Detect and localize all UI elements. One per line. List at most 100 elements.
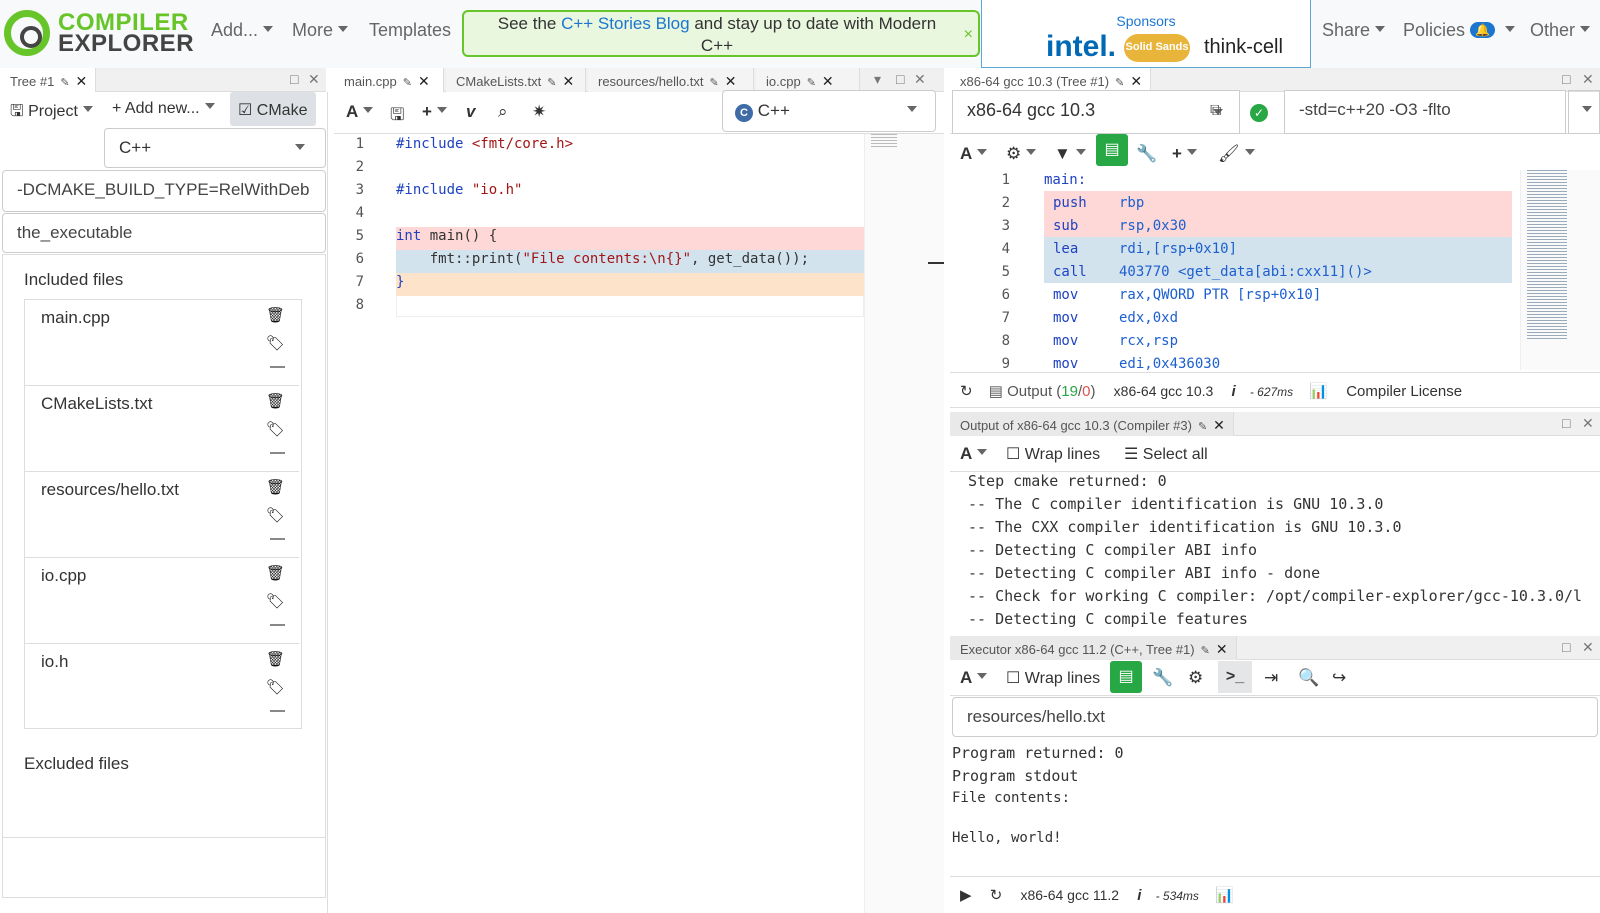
wrap-lines-checkbox[interactable]: ☐ Wrap lines [1006,668,1100,688]
options-dropdown[interactable] [1568,90,1600,134]
close-icon[interactable]: ✕ [725,73,737,89]
minus-icon[interactable]: — [270,358,285,375]
list-item[interactable]: io.h 🗑 🏷 — [25,643,299,729]
compile-success-icon[interactable]: ✓ [1250,104,1268,122]
cmake-args-input[interactable]: -DCMAKE_BUILD_TYPE=RelWithDeb [2,170,326,212]
close-pane-icon[interactable]: ✕ [1582,415,1594,432]
settings-icon[interactable]: ⚙ [1188,668,1203,688]
code-editor[interactable]: 1 2 3 4 5 6 7 8 #include <fmt/core.h> #i… [334,134,944,913]
zoom-icon[interactable]: 🔍 [1298,668,1319,688]
tab-executor[interactable]: Executor x86-64 gcc 11.2 (C++, Tree #1) ✎… [950,636,1237,660]
binary-toggle-icon[interactable]: ▤ [1096,134,1128,166]
run-icon[interactable]: ▶ [960,887,972,904]
pencil-icon[interactable]: ✎ [1201,645,1210,657]
asm-view[interactable]: 1 main: 2 push rbp 3 sub rsp,0x30 4 lea rdi,[rsp+0… [950,170,1600,370]
terminal-icon[interactable]: >_ [1218,661,1252,693]
tab-compiler[interactable]: x86-64 gcc 10.3 (Tree #1) ✎ ✕ [950,68,1152,92]
tab-dropdown-icon[interactable]: ▾ [874,71,881,88]
tag-icon[interactable]: 🏷 [266,420,285,438]
more-menu[interactable]: More [292,20,348,41]
close-icon[interactable]: ✕ [562,73,574,89]
tab-main-cpp[interactable]: main.cpp ✎ ✕ [334,68,444,92]
minus-icon[interactable]: — [270,530,285,547]
select-all-button[interactable]: ☰ Select all [1124,444,1208,464]
close-pane-icon[interactable]: ✕ [1582,639,1594,656]
tab-output[interactable]: Output of x86-64 gcc 10.3 (Compiler #3) ✎… [950,412,1234,436]
pencil-icon[interactable]: ✎ [547,77,556,89]
output-button[interactable]: ▤ Output (19/0) [989,383,1096,400]
tag-icon[interactable]: 🏷 [266,592,285,610]
add-tool-icon[interactable]: + [1172,144,1197,164]
add-new-menu[interactable]: + Add new... [112,100,215,118]
maximize-icon[interactable]: □ [1562,71,1570,87]
add-pane-icon[interactable]: + [422,102,447,122]
tab-io-cpp[interactable]: io.cpp ✎ ✕ [756,68,860,92]
policies-menu[interactable]: Policies 🔔 [1403,20,1515,41]
tab-tree[interactable]: Tree #1 ✎ ✕ [0,68,97,92]
list-item[interactable]: CMakeLists.txt 🗑 🏷 — [25,385,299,471]
maximize-icon[interactable]: □ [896,71,904,87]
close-icon[interactable]: ✕ [76,73,88,89]
tag-icon[interactable]: 🏷 [266,678,285,696]
info-icon[interactable]: i [1231,383,1235,400]
wrench-icon[interactable]: 🔧 [1152,668,1173,688]
list-item[interactable]: resources/hello.txt 🗑 🏷 — [25,471,299,557]
save-icon[interactable]: 🖫 [390,102,404,131]
chart-icon[interactable]: 📊 [1215,887,1234,904]
close-icon[interactable]: ✕ [1216,641,1228,657]
close-icon[interactable]: ✕ [822,73,834,89]
trash-icon[interactable]: 🗑 [266,478,285,496]
banner-blog-link[interactable]: C++ Stories Blog [561,14,690,33]
sponsor-intel-logo[interactable]: intel. [1046,30,1116,63]
format-icon[interactable]: ✷ [532,102,546,122]
pencil-icon[interactable]: ✎ [710,77,719,89]
rerun-icon[interactable]: ↻ [990,887,1003,904]
vim-icon[interactable]: v [466,102,475,122]
pencil-icon[interactable]: ✎ [807,77,816,89]
trash-icon[interactable]: 🗑 [266,650,285,668]
stdin-icon[interactable]: ⇥ [1264,668,1278,688]
font-size-icon[interactable]: A [346,102,373,122]
list-item[interactable]: io.cpp 🗑 🏷 — [25,557,299,643]
pencil-icon[interactable]: ✎ [1198,421,1207,433]
executable-name-input[interactable]: the_executable [2,213,326,253]
maximize-icon[interactable]: □ [290,71,298,87]
banner-close-icon[interactable]: × [964,24,973,46]
minus-icon[interactable]: — [270,616,285,633]
exit-icon[interactable]: ↪ [1332,668,1346,688]
maximize-icon[interactable]: □ [1562,415,1570,431]
sponsor-thinkcell-logo[interactable]: think-cell [1204,36,1283,64]
asm-minimap[interactable] [1520,170,1600,370]
minus-icon[interactable]: — [270,444,285,461]
search-icon[interactable]: ⌕ [498,102,508,122]
compiler-select[interactable]: x86-64 gcc 10.3 [952,90,1240,134]
settings-icon[interactable]: ⚙ [1006,144,1036,164]
close-pane-icon[interactable]: ✕ [308,71,320,88]
pencil-icon[interactable]: ✎ [1115,77,1124,89]
tab-hello-txt[interactable]: resources/hello.txt ✎ ✕ [588,68,754,92]
brush-icon[interactable]: 🖌 [1218,144,1255,164]
project-menu[interactable]: 🖫 Project [10,100,93,127]
editor-language-select[interactable]: C C++ [722,90,936,132]
info-icon[interactable]: i [1137,887,1141,904]
popout-icon[interactable]: ⧉ [1210,102,1221,120]
wrap-lines-checkbox[interactable]: ☐ Wrap lines [1006,444,1100,464]
add-menu[interactable]: Add... [211,20,273,41]
list-item[interactable]: main.cpp 🗑 🏷 — [25,299,299,385]
recompile-icon[interactable]: ↻ [960,383,973,400]
tab-cmakelists[interactable]: CMakeLists.txt ✎ ✕ [446,68,586,92]
close-pane-icon[interactable]: ✕ [1582,71,1594,88]
trash-icon[interactable]: 🗑 [266,306,285,324]
close-icon[interactable]: ✕ [418,73,430,89]
font-size-icon[interactable]: A [960,144,987,164]
close-icon[interactable]: ✕ [1130,73,1142,89]
pencil-icon[interactable]: ✎ [403,77,412,89]
tag-icon[interactable]: 🏷 [266,506,285,524]
maximize-icon[interactable]: □ [1562,639,1570,655]
compiler-license-link[interactable]: Compiler License [1346,383,1462,400]
sponsor-solidsands-logo[interactable]: Solid Sands [1124,34,1190,62]
wrench-icon[interactable]: 🔧 [1136,144,1157,164]
tag-icon[interactable]: 🏷 [266,334,285,352]
editor-minimap[interactable] [864,134,944,913]
minus-icon[interactable]: — [270,702,285,719]
